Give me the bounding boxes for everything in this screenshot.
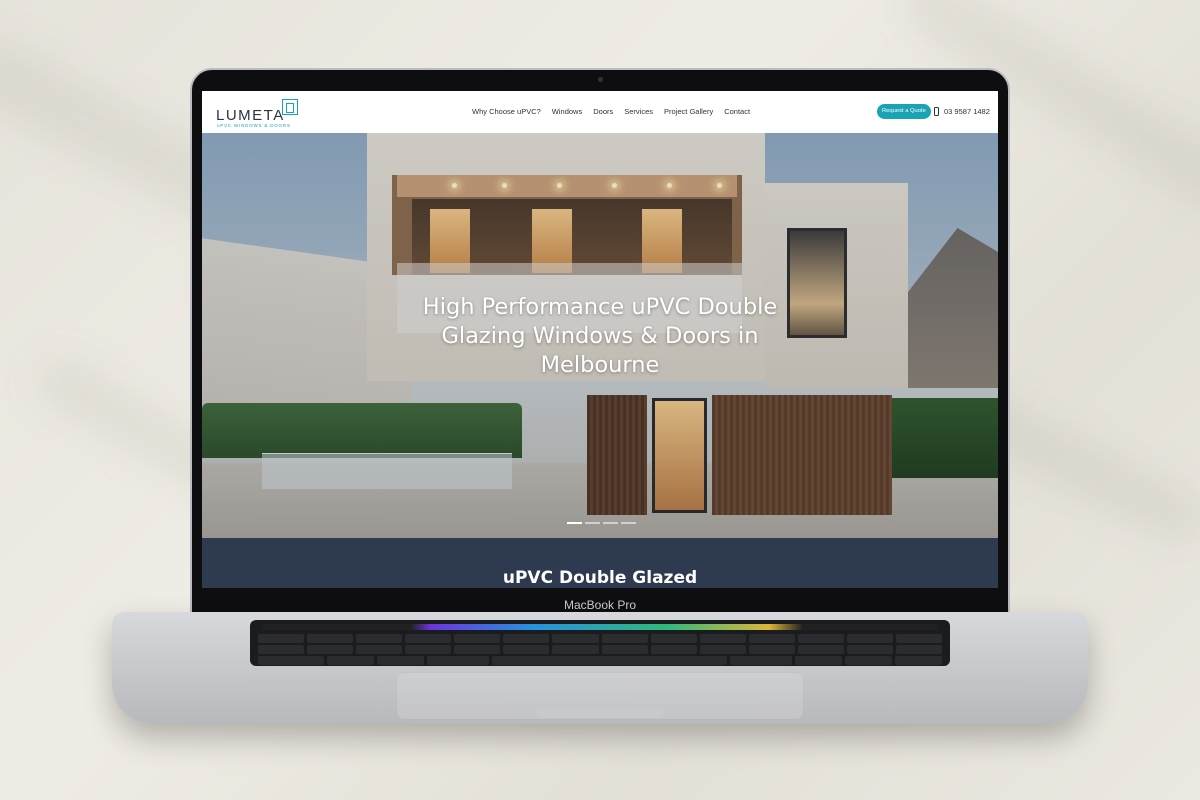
key-row bbox=[258, 645, 943, 654]
base-notch bbox=[535, 708, 665, 718]
hero-banner: High Performance uPVC Double Glazing Win… bbox=[202, 133, 998, 538]
logo-mark-icon bbox=[282, 99, 298, 115]
nav-item-services[interactable]: Services bbox=[624, 107, 653, 116]
camera-icon bbox=[598, 77, 603, 82]
main-nav: Why Choose uPVC? Windows Doors Services … bbox=[472, 107, 750, 116]
nav-item-why-choose-upvc[interactable]: Why Choose uPVC? bbox=[472, 107, 541, 116]
nav-item-contact[interactable]: Contact bbox=[724, 107, 750, 116]
section-title: uPVC Double Glazed bbox=[502, 568, 698, 588]
nav-item-windows[interactable]: Windows bbox=[552, 107, 582, 116]
slider-dot-2[interactable] bbox=[585, 522, 600, 524]
slider-pagination bbox=[567, 522, 636, 524]
site-logo[interactable]: LUMETA uPVC WINDOWS & DOORS bbox=[216, 99, 306, 129]
device-label: MacBook Pro bbox=[563, 598, 637, 612]
phone-icon bbox=[934, 107, 939, 116]
site-header: LUMETA uPVC WINDOWS & DOORS Why Choose u… bbox=[202, 91, 998, 133]
nav-item-project-gallery[interactable]: Project Gallery bbox=[664, 107, 713, 116]
slider-dot-4[interactable] bbox=[621, 522, 636, 524]
key-row bbox=[258, 634, 943, 643]
hero-title: High Performance uPVC Double Glazing Win… bbox=[422, 294, 778, 378]
nav-item-doors[interactable]: Doors bbox=[593, 107, 613, 116]
logo-tagline: uPVC WINDOWS & DOORS bbox=[217, 123, 291, 128]
key-row bbox=[258, 656, 942, 665]
phone-number[interactable]: 03 9587 1482 bbox=[944, 107, 990, 116]
slider-dot-1[interactable] bbox=[567, 522, 582, 524]
request-quote-button[interactable]: Request a Quote bbox=[877, 104, 931, 119]
slider-dot-3[interactable] bbox=[603, 522, 618, 524]
logo-wordmark: LUMETA bbox=[216, 107, 285, 124]
intro-section: uPVC Double Glazed bbox=[202, 538, 998, 588]
laptop-screen: LUMETA uPVC WINDOWS & DOORS Why Choose u… bbox=[202, 91, 998, 588]
touch-bar bbox=[262, 624, 938, 630]
